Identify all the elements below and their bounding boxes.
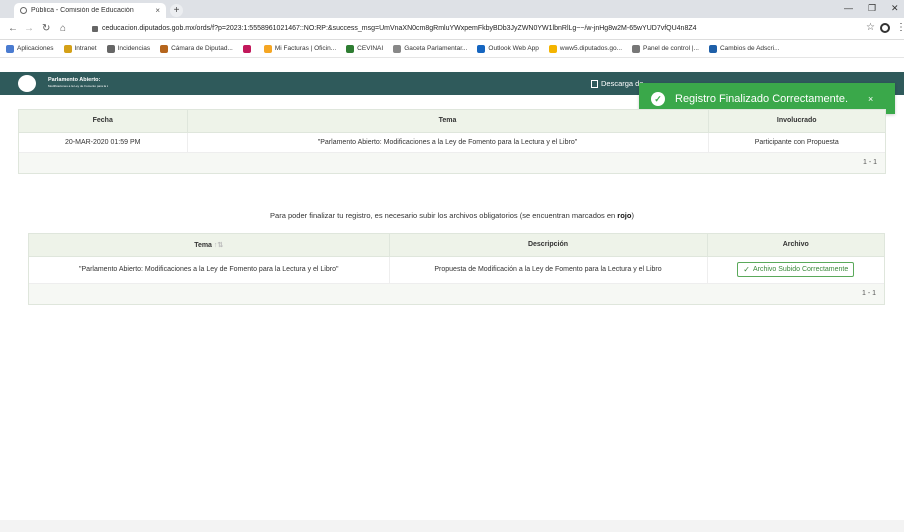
cell-tema: "Parlamento Abierto: Modificaciones a la… xyxy=(29,256,390,284)
bookmark-favicon-icon xyxy=(708,44,717,53)
table-row: "Parlamento Abierto: Modificaciones a la… xyxy=(29,256,884,284)
bookmark-favicon-icon xyxy=(6,44,14,53)
bookmark-item[interactable]: Intranet xyxy=(63,44,97,53)
bookmark-label: Intranet xyxy=(74,45,97,52)
column-header-involucrado[interactable]: Involucrado xyxy=(708,110,885,133)
bookmark-label: Incidencias xyxy=(117,45,151,52)
pagination: 1 - 1 xyxy=(29,283,884,304)
bookmark-favicon-icon xyxy=(160,44,169,53)
address-bar: ← → ↻ ⌂ ceducacion.diputados.gob.mx/ords… xyxy=(0,18,904,40)
browser-menu-icon[interactable]: ⋮ xyxy=(896,22,904,33)
bookmark-label: Aplicaciones xyxy=(17,45,54,52)
profile-icon[interactable] xyxy=(880,23,890,33)
archivo-subido-label: Archivo Subido Correctamente xyxy=(752,266,849,273)
cell-tema: "Parlamento Abierto: Modificaciones a la… xyxy=(187,132,709,153)
parlamento-logo-icon[interactable] xyxy=(18,75,36,92)
pagination: 1 - 1 xyxy=(19,152,885,173)
column-header-archivo[interactable]: Archivo xyxy=(707,234,884,257)
toast-message: Registro Finalizado Correctamente. xyxy=(675,92,849,105)
lock-icon xyxy=(92,25,98,32)
logo-text: Parlamento Abierto: Modificaciones a la … xyxy=(48,77,108,89)
url-field[interactable]: ceducacion.diputados.gob.mx/ords/f?p=202… xyxy=(92,21,862,36)
column-header-tema[interactable]: Tema xyxy=(187,110,709,133)
bookmark-favicon-icon xyxy=(242,44,251,53)
bookmark-favicon-icon xyxy=(346,44,355,53)
bookmark-star-icon[interactable]: ☆ xyxy=(866,22,875,33)
bookmark-item[interactable]: Outlook Web App xyxy=(477,44,539,53)
forward-icon[interactable]: → xyxy=(24,23,34,34)
bookmark-favicon-icon xyxy=(477,44,486,53)
archivos-table-panel: Tema ↑⇅ Descripción Archivo "Parlamento … xyxy=(28,233,885,305)
notice-end: ) xyxy=(631,211,634,220)
bookmark-favicon-icon xyxy=(263,44,272,53)
browser-tab[interactable]: Pública - Comisión de Educación × xyxy=(14,3,166,18)
cell-archivo: ✓ Archivo Subido Correctamente xyxy=(707,256,884,284)
cell-fecha: 20-MAR-2020 01:59 PM xyxy=(19,132,188,153)
bookmark-favicon-icon xyxy=(63,44,72,53)
checkmark-icon: ✓ xyxy=(743,265,750,274)
tab-favicon-icon xyxy=(20,7,27,14)
table-header-row: Tema ↑⇅ Descripción Archivo xyxy=(29,234,884,257)
toast-close-icon[interactable]: × xyxy=(868,94,873,104)
registro-table: Fecha Tema Involucrado 20-MAR-2020 01:59… xyxy=(19,110,885,153)
bookmark-favicon-icon xyxy=(106,44,115,53)
column-header-descripcion[interactable]: Descripción xyxy=(389,234,708,257)
logo-subtitle: Modificaciones a la Ley de Fomento para … xyxy=(48,84,108,88)
bookmark-item[interactable] xyxy=(242,44,254,53)
bookmark-label: Cámara de Diputad... xyxy=(171,45,233,52)
restore-icon[interactable]: ❐ xyxy=(868,3,876,14)
bookmark-favicon-icon xyxy=(548,44,557,53)
browser-tabstrip: Pública - Comisión de Educación × + — ❐ … xyxy=(0,0,904,18)
bookmark-label: www5.diputados.go... xyxy=(559,45,623,52)
bookmark-item[interactable]: Aplicaciones xyxy=(6,44,54,53)
bookmark-label: Panel de control |... xyxy=(643,45,699,52)
column-header-tema[interactable]: Tema ↑⇅ xyxy=(29,234,390,257)
back-icon[interactable]: ← xyxy=(8,23,18,34)
required-files-notice: Para poder finalizar tu registro, es nec… xyxy=(0,211,904,220)
tab-close-icon[interactable]: × xyxy=(155,6,160,15)
download-label: Descarga de xyxy=(601,79,644,88)
bookmark-item[interactable]: Gaceta Parlamentar... xyxy=(393,44,468,53)
bookmark-label: Outlook Web App xyxy=(488,45,539,52)
sort-icon[interactable]: ↑⇅ xyxy=(214,242,223,249)
table-header-row: Fecha Tema Involucrado xyxy=(19,110,885,133)
cell-descripcion: Propuesta de Modificación a la Ley de Fo… xyxy=(389,256,708,284)
archivo-subido-button[interactable]: ✓ Archivo Subido Correctamente xyxy=(737,262,855,277)
download-link[interactable]: Descarga de xyxy=(591,79,644,88)
bookmark-label: Cambios de Adscri... xyxy=(719,45,780,52)
bookmark-item[interactable]: Cámara de Diputad... xyxy=(160,44,233,53)
home-icon[interactable]: ⌂ xyxy=(60,23,66,34)
bookmark-item[interactable]: Cambios de Adscri... xyxy=(708,44,780,53)
check-circle-icon: ✓ xyxy=(651,91,665,106)
bookmarks-bar: Aplicaciones Intranet Incidencias Cámara de… xyxy=(0,40,904,58)
bookmark-label: Gaceta Parlamentar... xyxy=(404,45,468,52)
bookmark-item[interactable]: CEVINAI xyxy=(346,44,384,53)
bookmark-item[interactable]: Mi Facturas | Oficin... xyxy=(263,44,337,53)
minimize-icon[interactable]: — xyxy=(844,3,853,13)
cell-involucrado: Participante con Propuesta xyxy=(708,132,885,153)
bookmark-label: Mi Facturas | Oficin... xyxy=(274,45,337,52)
tab-title: Pública - Comisión de Educación xyxy=(31,7,134,14)
notice-emphasis: rojo xyxy=(617,211,632,220)
bookmark-item[interactable]: Incidencias xyxy=(106,44,151,53)
url-text: ceducacion.diputados.gob.mx/ords/f?p=202… xyxy=(102,25,697,32)
reload-icon[interactable]: ↻ xyxy=(42,23,50,34)
archivos-table: Tema ↑⇅ Descripción Archivo "Parlamento … xyxy=(29,234,884,284)
registro-table-panel: Fecha Tema Involucrado 20-MAR-2020 01:59… xyxy=(18,109,886,174)
new-tab-button[interactable]: + xyxy=(170,4,183,17)
column-header-fecha[interactable]: Fecha xyxy=(19,110,188,133)
document-icon xyxy=(591,79,598,88)
window-close-icon[interactable]: ✕ xyxy=(891,3,899,14)
bookmark-favicon-icon xyxy=(393,44,402,53)
notice-text: Para poder finalizar tu registro, es nec… xyxy=(270,211,618,220)
bookmark-item[interactable]: www5.diputados.go... xyxy=(548,44,623,53)
bookmark-item[interactable]: Panel de control |... xyxy=(632,44,699,53)
table-row: 20-MAR-2020 01:59 PM "Parlamento Abierto… xyxy=(19,132,885,153)
page-footer xyxy=(0,520,904,532)
bookmark-label: CEVINAI xyxy=(357,45,384,52)
bookmark-favicon-icon xyxy=(632,44,641,53)
column-header-tema-label: Tema xyxy=(194,241,212,249)
